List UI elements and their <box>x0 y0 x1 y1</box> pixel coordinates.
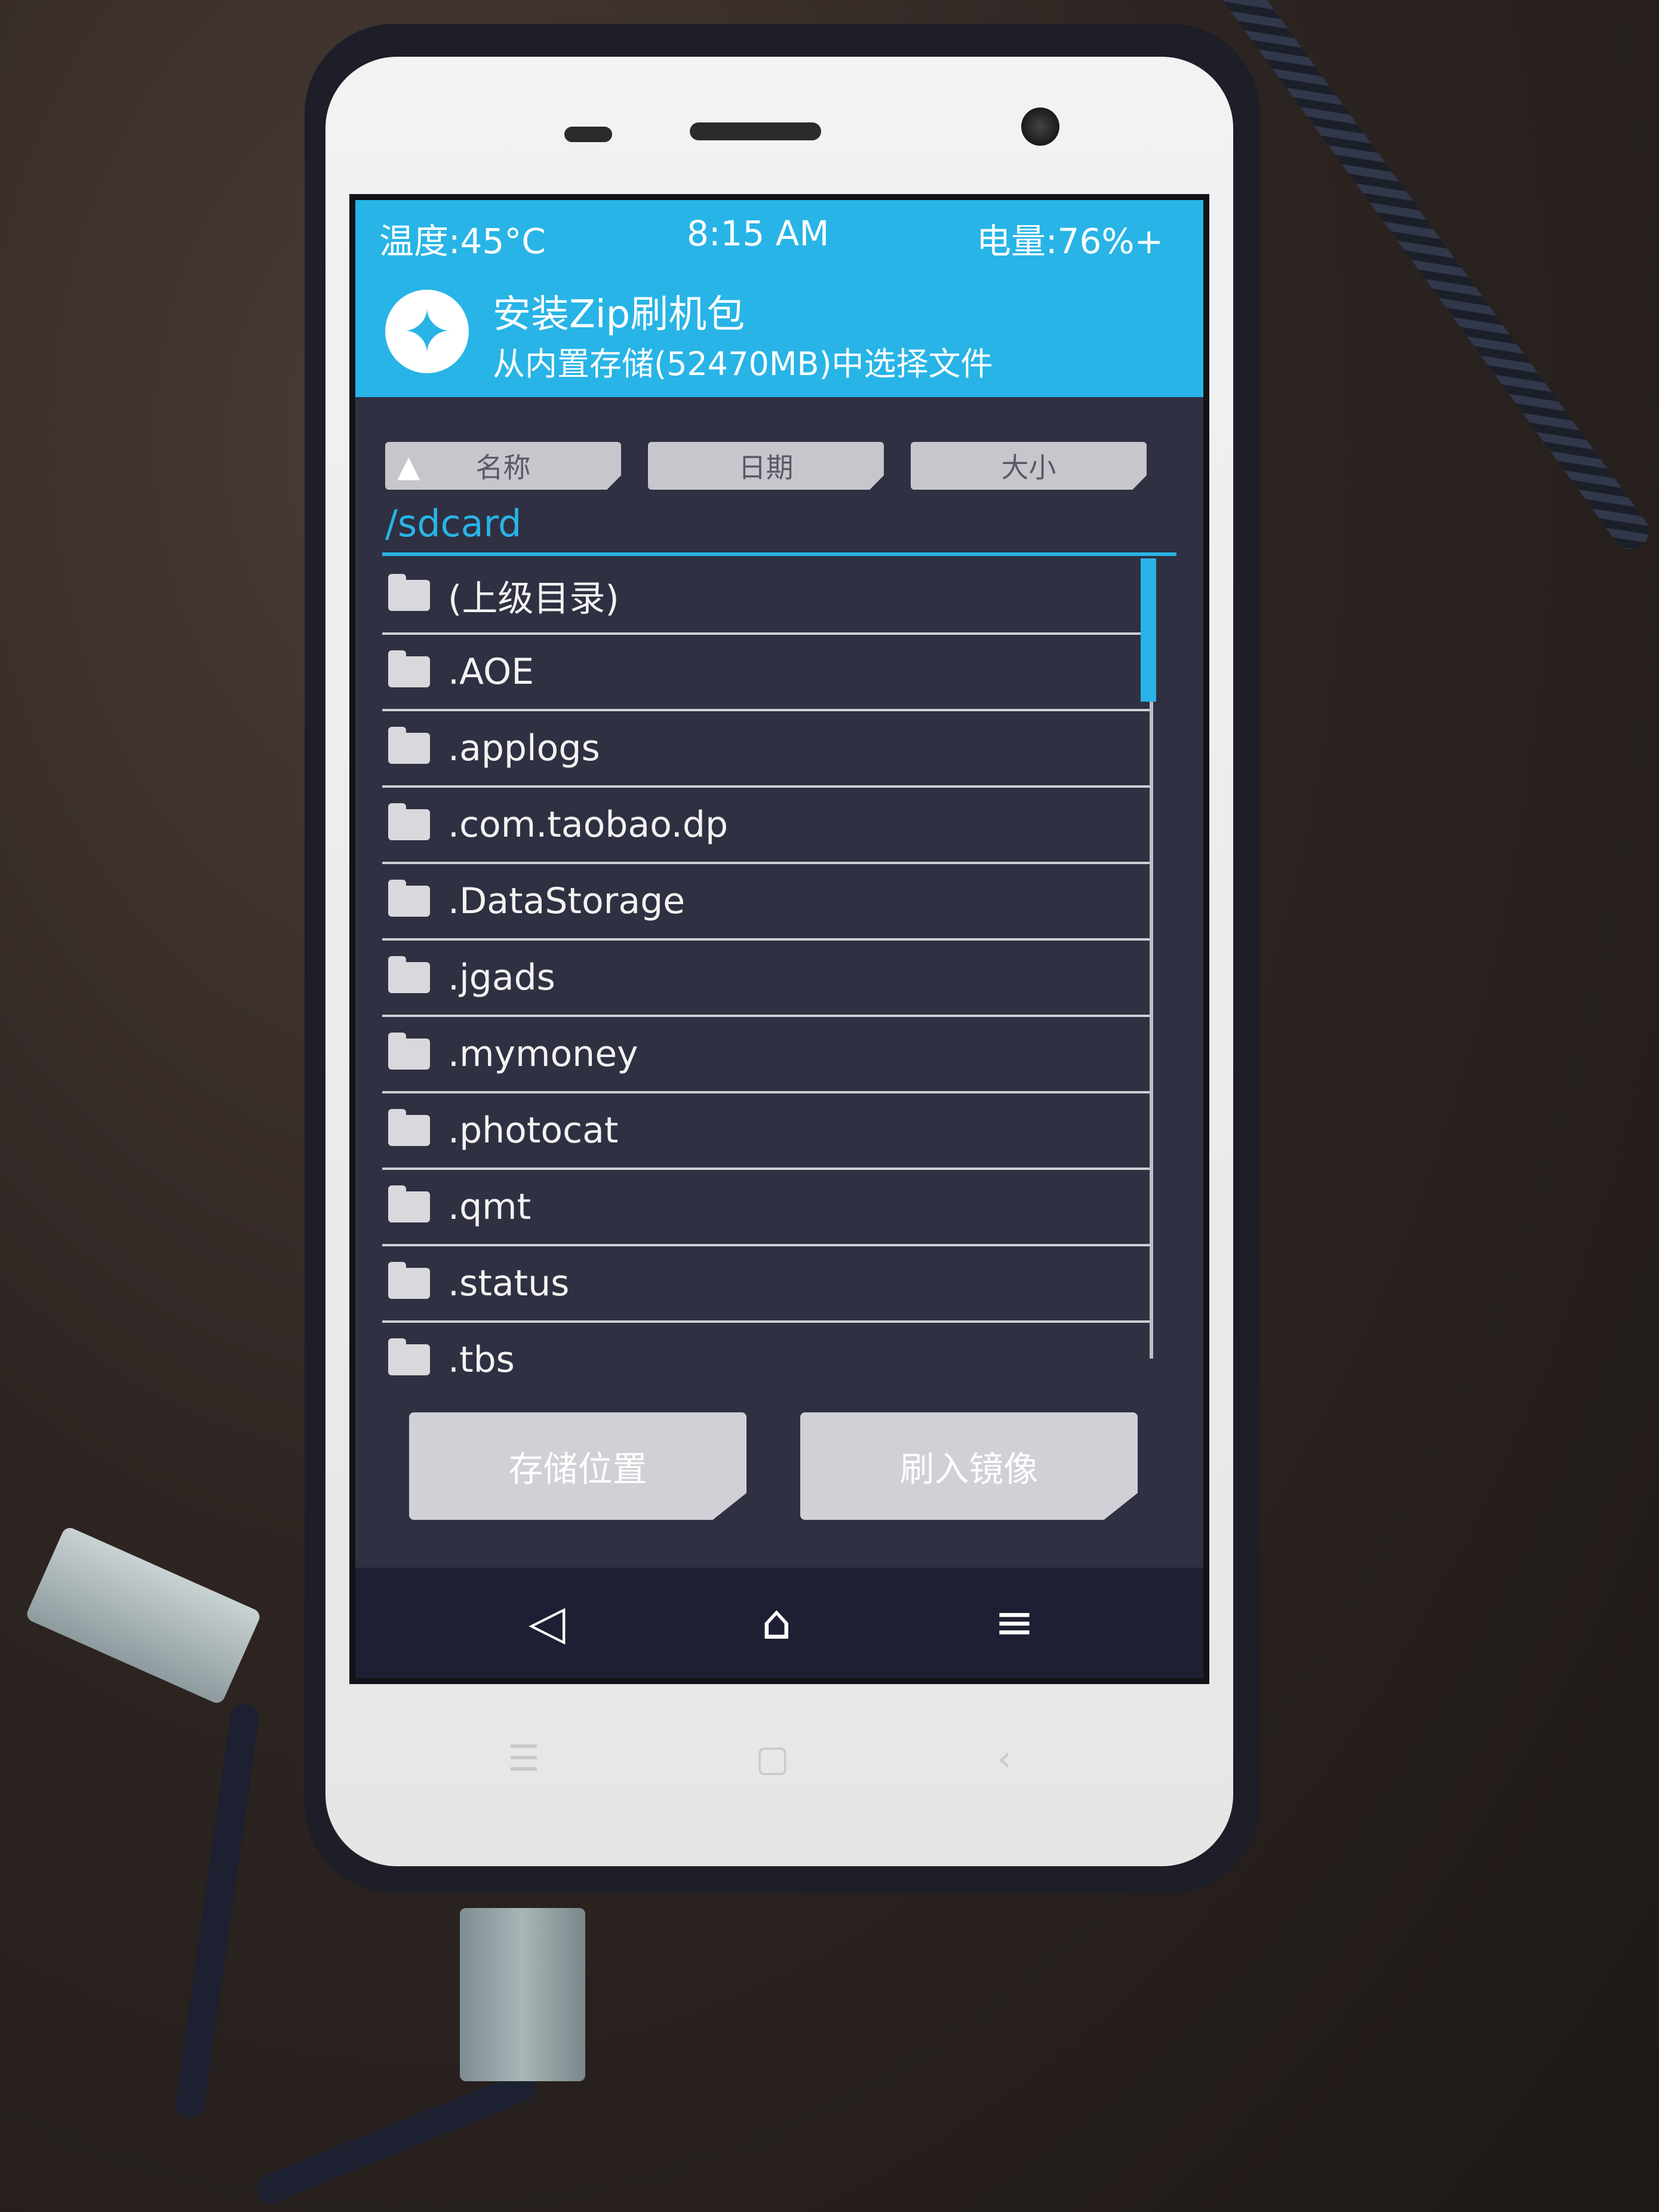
folder-icon <box>388 956 430 993</box>
hw-home-icon[interactable]: ▢ <box>755 1738 789 1780</box>
sort-by-date-button[interactable]: 日期 <box>648 442 884 490</box>
list-item[interactable]: .qmt <box>382 1170 1153 1246</box>
path-divider <box>382 552 1176 556</box>
hw-back-icon[interactable]: ‹ <box>997 1738 1012 1780</box>
earpiece-speaker <box>690 122 821 140</box>
list-item[interactable]: .jgads <box>382 941 1153 1017</box>
sort-name-label: 名称 <box>475 451 531 484</box>
list-item[interactable]: .mymoney <box>382 1017 1153 1093</box>
twrp-logo-icon: ✦ <box>385 290 469 373</box>
file-name: .photocat <box>448 1110 619 1151</box>
menu-lines-icon[interactable]: ≡ <box>994 1595 1034 1650</box>
back-triangle-icon[interactable]: ◁ <box>529 1595 566 1650</box>
sort-by-size-button[interactable]: 大小 <box>911 442 1147 490</box>
flash-image-label: 刷入镜像 <box>899 1449 1039 1489</box>
file-name: .AOE <box>448 651 534 693</box>
hardware-keys: ☰ ▢ ‹ <box>0 1738 1659 1786</box>
file-name: .tbs <box>448 1339 515 1381</box>
flash-image-button[interactable]: 刷入镜像 <box>800 1412 1138 1520</box>
list-item[interactable]: .DataStorage <box>382 864 1153 941</box>
folder-icon <box>388 574 430 611</box>
file-name: .com.taobao.dp <box>448 804 729 846</box>
folder-icon <box>388 1262 430 1299</box>
file-name: .status <box>448 1262 570 1304</box>
folder-icon <box>388 1338 430 1375</box>
file-name: (上级目录) <box>448 577 619 620</box>
list-item[interactable]: .applogs <box>382 711 1153 788</box>
usb-connector-plugged <box>460 1908 585 2081</box>
file-name: .jgads <box>448 957 555 999</box>
file-name: .DataStorage <box>448 880 686 922</box>
storage-location-label: 存储位置 <box>508 1449 647 1489</box>
file-name: .mymoney <box>448 1033 638 1075</box>
home-icon[interactable]: ⌂ <box>761 1595 792 1650</box>
twrp-screen: 温度:45°C 8:15 AM 电量:76%+ ✦ 安装Zip刷机包 从内置存储… <box>349 194 1209 1684</box>
file-name: .applogs <box>448 727 600 769</box>
battery-label: 电量:76%+ <box>976 221 1164 262</box>
storage-location-button[interactable]: 存储位置 <box>409 1412 746 1520</box>
folder-icon <box>388 1033 430 1070</box>
clock: 8:15 AM <box>687 213 830 254</box>
current-path: /sdcard <box>385 502 522 545</box>
folder-icon <box>388 1109 430 1146</box>
folder-icon <box>388 727 430 764</box>
list-item[interactable]: .status <box>382 1246 1153 1323</box>
folder-icon <box>388 1185 430 1222</box>
navigation-bar: ◁ ⌂ ≡ <box>355 1568 1203 1678</box>
list-item[interactable]: .com.taobao.dp <box>382 788 1153 864</box>
list-item[interactable]: .tbs <box>382 1323 1153 1397</box>
list-item[interactable]: (上级目录) <box>382 558 1153 635</box>
title-bar: ✦ 安装Zip刷机包 从内置存储(52470MB)中选择文件 <box>355 266 1203 397</box>
folder-icon <box>388 880 430 917</box>
hw-menu-icon[interactable]: ☰ <box>508 1738 540 1780</box>
list-item[interactable]: .photocat <box>382 1093 1153 1170</box>
front-camera <box>1021 107 1059 146</box>
file-name: .qmt <box>448 1186 532 1228</box>
temperature-label: 温度:45°C <box>379 221 546 262</box>
sort-date-label: 日期 <box>738 451 794 484</box>
page-title: 安装Zip刷机包 <box>493 293 745 337</box>
page-subtitle: 从内置存储(52470MB)中选择文件 <box>493 345 993 383</box>
proximity-sensor <box>564 127 612 142</box>
list-item[interactable]: .AOE <box>382 635 1153 711</box>
sort-by-name-button[interactable]: ▲ 名称 <box>385 442 621 490</box>
folder-icon <box>388 650 430 687</box>
folder-icon <box>388 803 430 840</box>
triangle-up-icon: ▲ <box>397 449 420 484</box>
status-bar: 温度:45°C 8:15 AM 电量:76%+ <box>355 200 1203 266</box>
file-list[interactable]: (上级目录) .AOE .applogs .com.taobao.dp .Dat… <box>382 558 1153 1397</box>
sort-size-label: 大小 <box>1001 451 1056 484</box>
scrollbar-thumb[interactable] <box>1141 558 1156 702</box>
